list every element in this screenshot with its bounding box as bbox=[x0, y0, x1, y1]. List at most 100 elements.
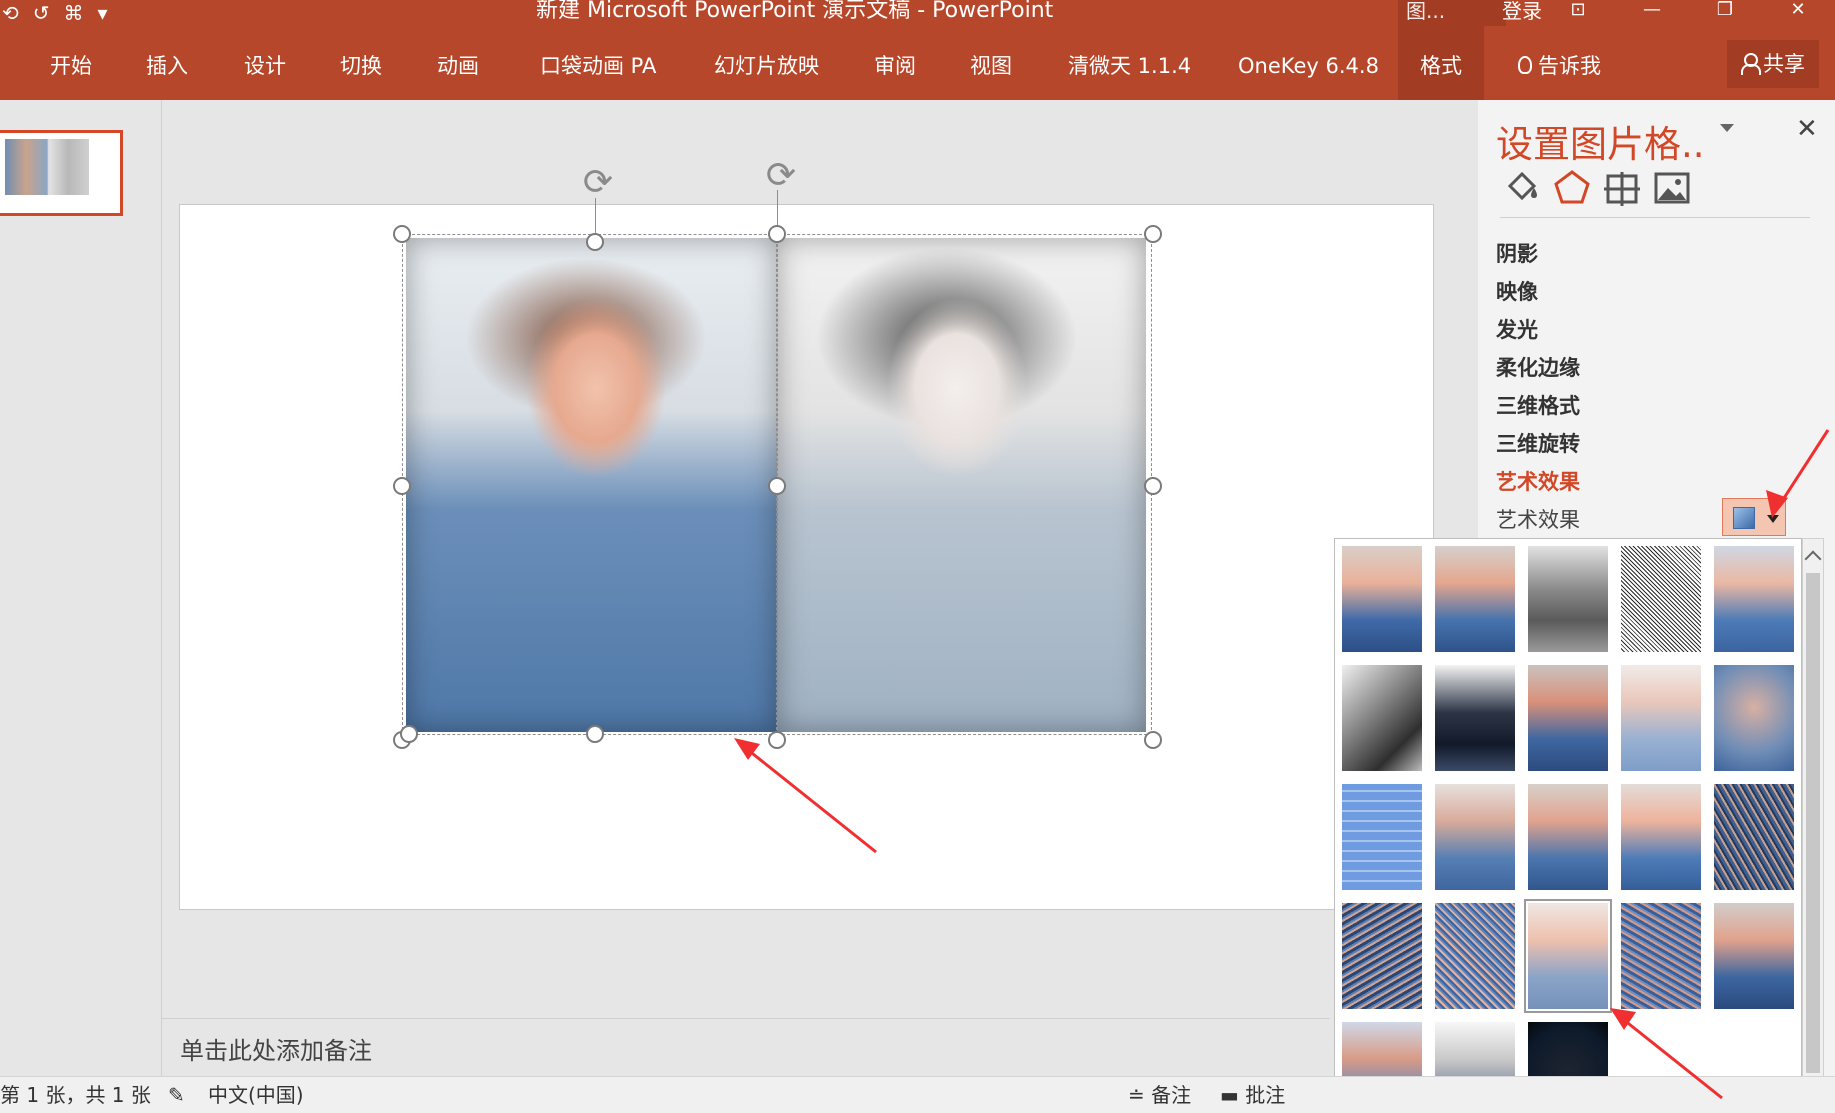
resize-handle[interactable] bbox=[400, 725, 418, 743]
notes-toggle-button[interactable]: ≐ 备注 bbox=[1128, 1077, 1191, 1113]
pane-options-dropdown-icon[interactable] bbox=[1720, 124, 1734, 132]
artistic-effects-gallery bbox=[1334, 538, 1802, 1113]
slide-thumbnail-1[interactable] bbox=[0, 130, 123, 216]
redo-icon[interactable]: ↺ bbox=[33, 2, 50, 24]
resize-handle[interactable] bbox=[768, 477, 786, 495]
tab-transitions[interactable]: 切换 bbox=[340, 26, 382, 100]
effect-thumbnail[interactable] bbox=[1714, 665, 1794, 771]
resize-handle[interactable] bbox=[1144, 225, 1162, 243]
size-position-icon[interactable] bbox=[1600, 166, 1644, 210]
lightbulb-icon bbox=[1518, 56, 1532, 74]
tab-home[interactable]: 开始 bbox=[50, 26, 92, 100]
chevron-down-icon bbox=[1767, 515, 1779, 523]
tell-me-label: 告诉我 bbox=[1538, 54, 1601, 78]
notes-area[interactable]: 单击此处添加备注 bbox=[162, 1018, 1330, 1076]
effect-thumbnail[interactable] bbox=[1435, 784, 1515, 890]
section-reflection[interactable]: 映像 bbox=[1496, 276, 1538, 306]
login-link[interactable]: 登录 bbox=[1502, 0, 1542, 22]
tab-qingweitian[interactable]: 清微天 1.1.4 bbox=[1068, 26, 1191, 100]
effect-thumbnail[interactable] bbox=[1435, 665, 1515, 771]
effect-thumbnail[interactable] bbox=[1342, 903, 1422, 1009]
effect-thumbnail[interactable] bbox=[1714, 784, 1794, 890]
resize-handle[interactable] bbox=[1144, 731, 1162, 749]
status-bar: 第 1 张，共 1 张 ✎ 中文(中国) ≐ 备注 ▬ 批注 bbox=[0, 1076, 1835, 1113]
effect-thumbnail[interactable] bbox=[1621, 784, 1701, 890]
restore-icon[interactable]: ❐ bbox=[1705, 0, 1745, 26]
tab-slideshow[interactable]: 幻灯片放映 bbox=[714, 26, 819, 100]
resize-handle[interactable] bbox=[586, 233, 604, 251]
tab-pocket-animation[interactable]: 口袋动画 PA bbox=[540, 26, 656, 100]
section-3d-format[interactable]: 三维格式 bbox=[1496, 390, 1580, 420]
resize-handle[interactable] bbox=[586, 725, 604, 743]
section-glow[interactable]: 发光 bbox=[1496, 314, 1538, 344]
resize-handle[interactable] bbox=[393, 225, 411, 243]
tab-view[interactable]: 视图 bbox=[970, 26, 1012, 100]
effect-thumbnail[interactable] bbox=[1621, 665, 1701, 771]
tab-format[interactable]: 格式 bbox=[1398, 26, 1484, 100]
picture-tools-label: 图... bbox=[1406, 0, 1446, 23]
rotation-line-left bbox=[595, 198, 596, 234]
effect-thumbnail[interactable] bbox=[1342, 546, 1422, 652]
minimize-icon[interactable]: — bbox=[1632, 0, 1672, 26]
share-label: 共享 bbox=[1763, 52, 1805, 76]
close-window-icon[interactable]: ✕ bbox=[1778, 0, 1818, 26]
pane-title: 设置图片格.. bbox=[1496, 123, 1705, 166]
effect-thumbnail[interactable] bbox=[1528, 784, 1608, 890]
effect-thumbnail[interactable] bbox=[1714, 903, 1794, 1009]
tab-onekey[interactable]: OneKey 6.4.8 bbox=[1238, 26, 1379, 100]
comment-icon: ▬ bbox=[1220, 1083, 1246, 1107]
resize-handle[interactable] bbox=[768, 225, 786, 243]
tab-review[interactable]: 审阅 bbox=[874, 26, 916, 100]
effect-thumbnail[interactable] bbox=[1621, 903, 1701, 1009]
section-artistic-effects[interactable]: 艺术效果 bbox=[1496, 466, 1580, 496]
language-indicator[interactable]: 中文(中国) bbox=[208, 1077, 304, 1113]
effect-thumbnail[interactable] bbox=[1528, 546, 1608, 652]
share-button[interactable]: 共享 bbox=[1727, 40, 1819, 88]
notes-placeholder: 单击此处添加备注 bbox=[180, 1037, 372, 1065]
customize-qat-icon[interactable]: ▾ bbox=[98, 2, 108, 24]
effect-thumbnail[interactable] bbox=[1342, 784, 1422, 890]
resize-handle[interactable] bbox=[768, 731, 786, 749]
tab-animations[interactable]: 动画 bbox=[437, 26, 479, 100]
effect-thumbnail[interactable] bbox=[1714, 546, 1794, 652]
effect-thumbnail[interactable] bbox=[1528, 665, 1608, 771]
effect-preview-icon bbox=[1733, 507, 1755, 529]
undo-icon[interactable]: ⟲ bbox=[2, 2, 19, 24]
section-soft-edges[interactable]: 柔化边缘 bbox=[1496, 352, 1580, 382]
rotate-handle-icon[interactable]: ⟳ bbox=[761, 156, 801, 196]
artistic-effects-dropdown-button[interactable] bbox=[1722, 498, 1786, 536]
notes-icon: ≐ bbox=[1128, 1083, 1152, 1107]
slide-thumbnail-pane bbox=[0, 100, 162, 1076]
rotate-handle-icon[interactable]: ⟳ bbox=[578, 163, 618, 203]
person-icon bbox=[1741, 53, 1761, 75]
tab-insert[interactable]: 插入 bbox=[146, 26, 188, 100]
spell-check-icon[interactable]: ✎ bbox=[168, 1077, 185, 1113]
effect-thumbnail[interactable] bbox=[1435, 903, 1515, 1009]
effect-thumbnail[interactable] bbox=[1524, 899, 1612, 1013]
scroll-thumb[interactable] bbox=[1806, 573, 1820, 1073]
effect-thumbnail[interactable] bbox=[1342, 665, 1422, 771]
quick-access-toolbar: ⟲ ↺ ⌘ ▾ bbox=[0, 0, 108, 26]
effects-icon[interactable] bbox=[1550, 166, 1594, 210]
presentation-icon[interactable]: ⌘ bbox=[64, 2, 84, 24]
document-title: 新建 Microsoft PowerPoint 演示文稿 - PowerPoin… bbox=[536, 0, 1054, 23]
notes-btn-label: 备注 bbox=[1151, 1083, 1192, 1107]
ribbon-display-icon[interactable]: ⊡ bbox=[1558, 0, 1598, 26]
effect-thumbnail[interactable] bbox=[1621, 546, 1701, 652]
fill-line-icon[interactable] bbox=[1500, 166, 1544, 210]
ribbon-tabs: 开始 插入 设计 切换 动画 口袋动画 PA 幻灯片放映 审阅 视图 清微天 1… bbox=[0, 26, 1835, 100]
tab-design[interactable]: 设计 bbox=[244, 26, 286, 100]
scroll-up-icon[interactable] bbox=[1804, 550, 1822, 568]
resize-handle[interactable] bbox=[1144, 477, 1162, 495]
comments-toggle-button[interactable]: ▬ 批注 bbox=[1220, 1077, 1285, 1113]
section-shadow[interactable]: 阴影 bbox=[1496, 238, 1538, 268]
section-3d-rotation[interactable]: 三维旋转 bbox=[1496, 428, 1580, 458]
picture-icon[interactable] bbox=[1650, 166, 1694, 210]
effect-thumbnail[interactable] bbox=[1435, 546, 1515, 652]
gallery-scrollbar[interactable] bbox=[1802, 538, 1824, 1113]
resize-handle[interactable] bbox=[393, 477, 411, 495]
selection-frame-left bbox=[402, 234, 777, 735]
close-pane-icon[interactable]: ✕ bbox=[1796, 114, 1818, 144]
tell-me-search[interactable]: 告诉我 bbox=[1518, 26, 1601, 100]
slide-count: 第 1 张，共 1 张 bbox=[0, 1083, 151, 1107]
